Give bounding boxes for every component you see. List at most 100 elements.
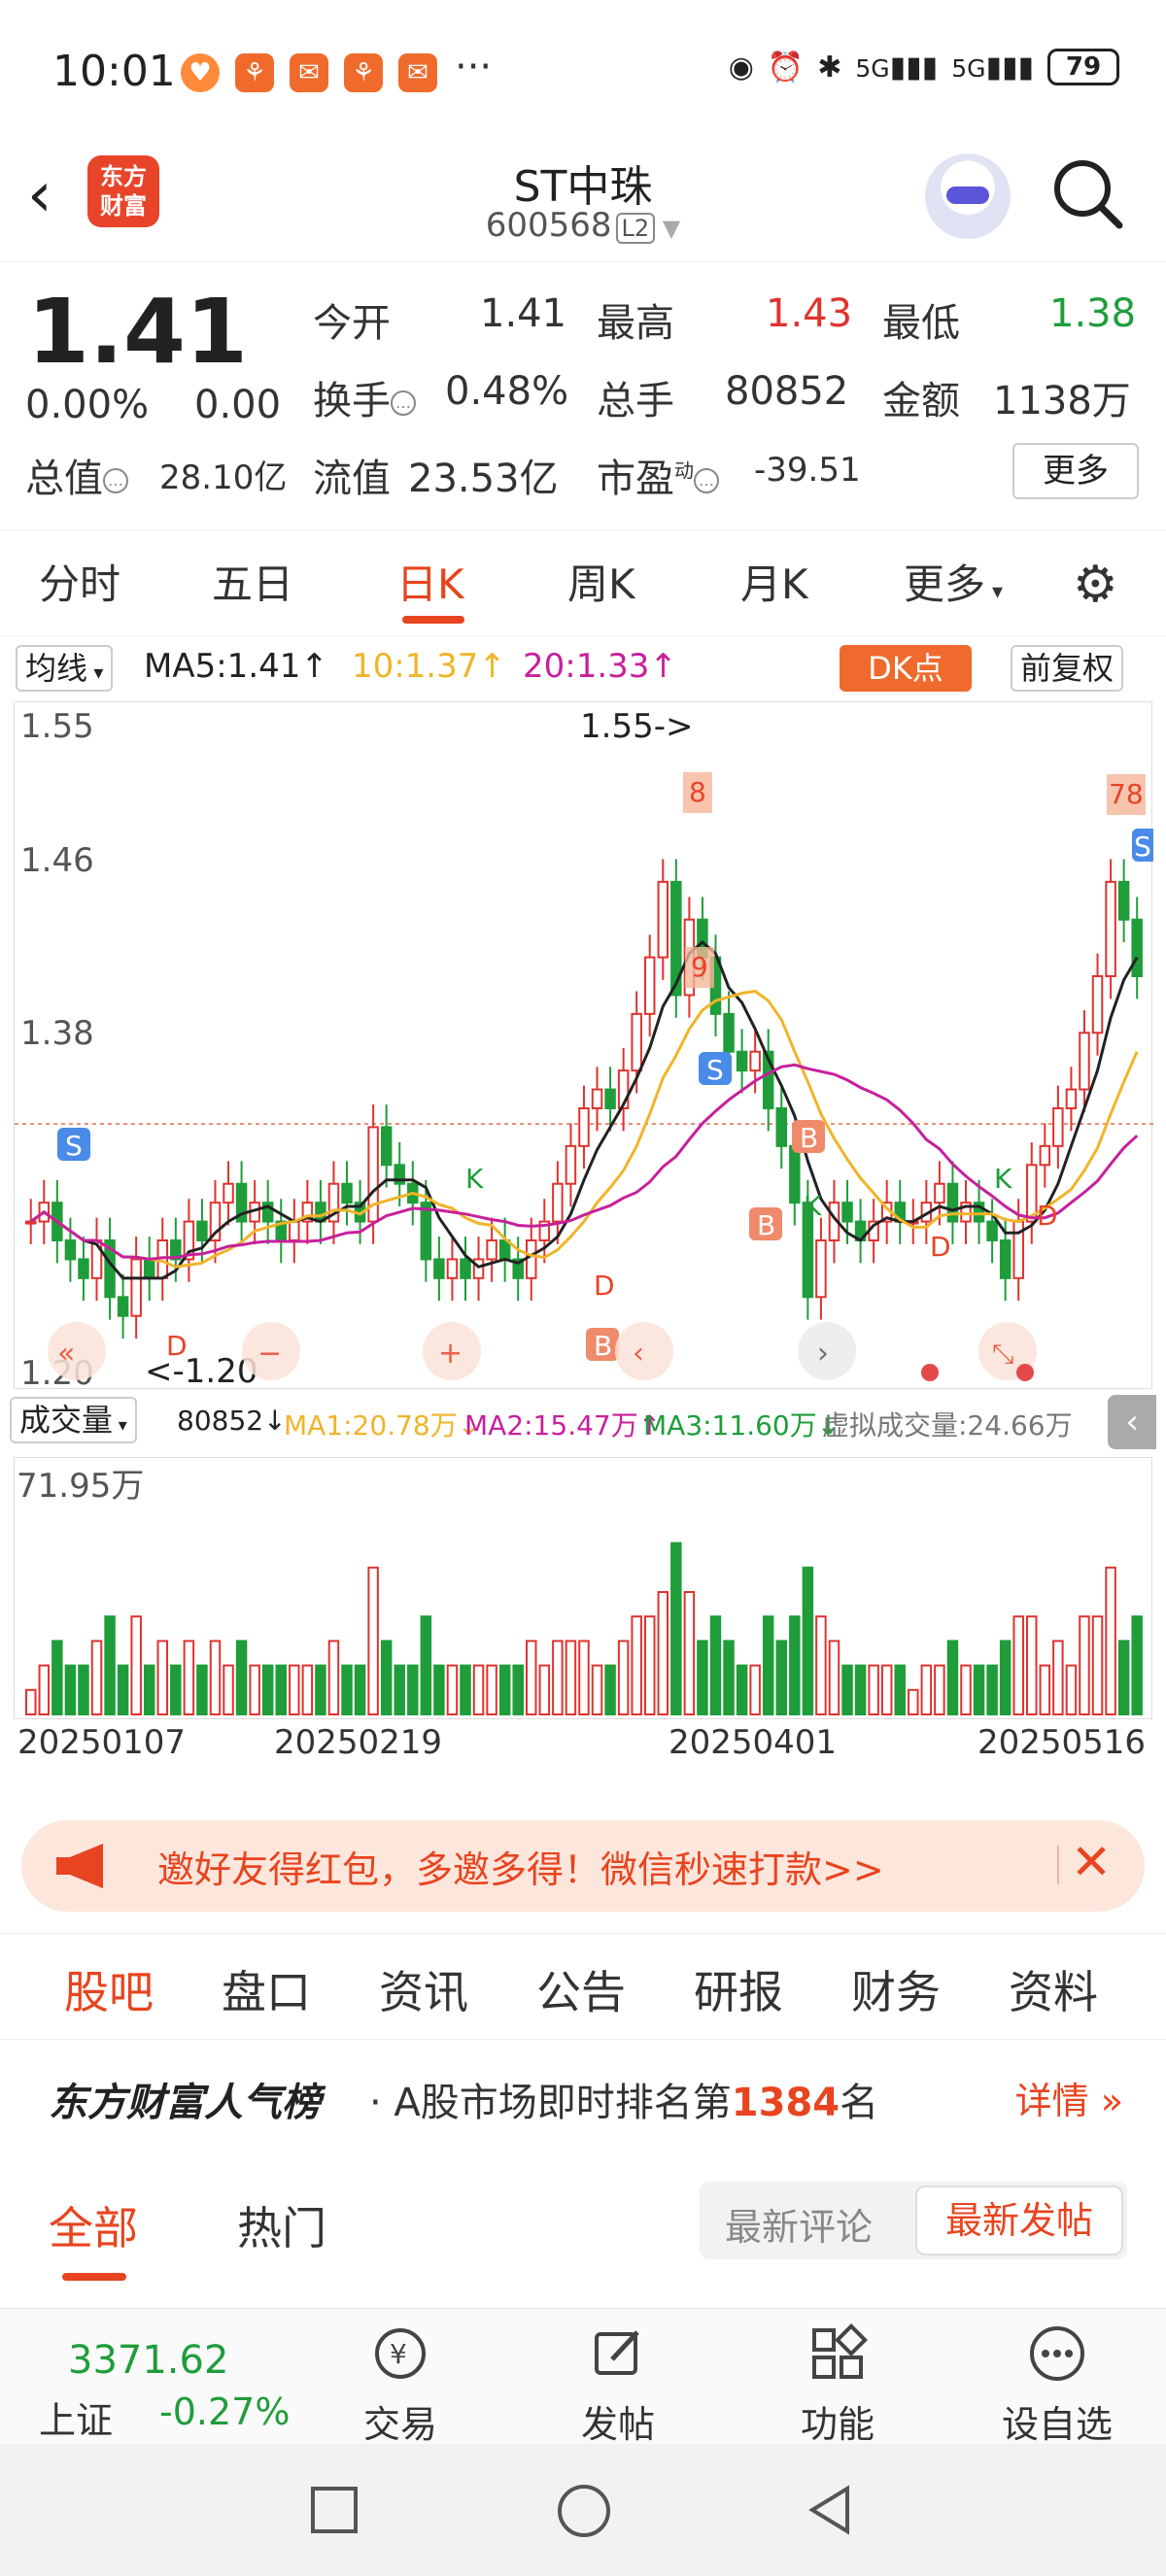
- back-nav-icon[interactable]: [803, 2483, 857, 2537]
- turnover-label: 换手…: [313, 369, 416, 425]
- volume-bar: [1026, 1615, 1038, 1715]
- volume-bar: [223, 1664, 234, 1716]
- volume-bar: [433, 1664, 445, 1716]
- volume-bar: [196, 1664, 208, 1716]
- candle: [341, 1182, 353, 1204]
- tab-guba[interactable]: 股吧: [64, 1957, 154, 2021]
- rank-detail-link[interactable]: 详情 »: [1015, 2071, 1123, 2124]
- volume-bar: [143, 1664, 155, 1716]
- svg-text:−: −: [257, 1337, 282, 1371]
- low-value: 1.38: [1049, 291, 1137, 336]
- volume-bar: [946, 1640, 959, 1715]
- candle: [775, 1107, 788, 1147]
- volume-bar: [460, 1664, 471, 1716]
- volume-bar: [538, 1664, 551, 1716]
- index-name[interactable]: 上证: [39, 2390, 113, 2444]
- candle: [934, 1182, 945, 1204]
- mktcap-value: 28.10亿: [159, 458, 288, 497]
- tab-profile[interactable]: 资料: [1009, 1957, 1098, 2021]
- volume-bar: [104, 1615, 116, 1715]
- assistant-robot-icon[interactable]: [925, 153, 1011, 239]
- svg-text:B: B: [800, 1122, 818, 1154]
- sort-latest-post[interactable]: 最新发帖: [915, 2186, 1123, 2255]
- tab-more[interactable]: 更多 ▾: [904, 552, 1003, 611]
- candle: [1117, 880, 1130, 921]
- volume-bar: [631, 1615, 642, 1715]
- volume-bar: [354, 1664, 366, 1716]
- volume-bar: [380, 1640, 393, 1715]
- tab-all[interactable]: 全部: [49, 2193, 138, 2257]
- tab-weekly-k[interactable]: 周K: [567, 552, 635, 611]
- x-tick-label: 20250219: [274, 1723, 443, 1762]
- search-icon[interactable]: [1049, 155, 1127, 233]
- tab-announcements[interactable]: 公告: [536, 1957, 626, 2021]
- candle: [631, 1012, 642, 1072]
- volume-bar: [289, 1664, 300, 1716]
- index-value[interactable]: 3371.62: [68, 2338, 228, 2383]
- more-button[interactable]: 更多: [1012, 443, 1139, 499]
- low-label: 最低: [882, 301, 960, 346]
- volume-bar: [1012, 1615, 1024, 1715]
- mktcap-label: 总值…: [25, 447, 128, 503]
- tab-research[interactable]: 研报: [694, 1957, 783, 2021]
- volume-bar: [683, 1591, 696, 1715]
- volume-value: 80852↓: [177, 1405, 287, 1437]
- volume-bar: [749, 1664, 761, 1716]
- ma20-value: 20:1.33↑: [523, 647, 677, 686]
- bluetooth-icon: ✱: [817, 50, 842, 85]
- d-marker: D: [930, 1231, 951, 1263]
- notification-icon: ✉: [398, 53, 437, 92]
- tab-underline: [62, 2273, 126, 2281]
- close-icon[interactable]: ✕: [1071, 1834, 1112, 1890]
- invite-banner[interactable]: 邀好友得红包，多邀多得！微信秒速打款>> ✕: [21, 1820, 1145, 1912]
- sort-toggle: 最新评论 最新发帖: [700, 2182, 1127, 2259]
- volume-axis-label: 71.95万: [17, 1467, 144, 1506]
- candle: [143, 1258, 155, 1279]
- tab-news[interactable]: 资讯: [379, 1957, 468, 2021]
- recents-icon[interactable]: [311, 2487, 358, 2533]
- candle: [723, 1012, 735, 1053]
- trade-button[interactable]: ¥ 交易: [332, 2322, 468, 2448]
- volume-bar: [854, 1664, 867, 1716]
- alarm-icon: ⏰: [767, 50, 805, 85]
- collapse-icon[interactable]: ‹: [1108, 1395, 1156, 1449]
- volume-bar: [578, 1640, 590, 1715]
- signal-icon: 5G▮▮▮: [951, 50, 1034, 85]
- volume-bar: [1065, 1664, 1078, 1716]
- divider: [1057, 1846, 1059, 1884]
- functions-button[interactable]: 功能: [770, 2322, 906, 2448]
- volume-bar: [394, 1664, 405, 1716]
- volume-bar: [934, 1664, 945, 1716]
- add-watchlist-button[interactable]: 设自选: [989, 2322, 1125, 2448]
- volume-selector[interactable]: 成交量 ▾: [10, 1397, 137, 1443]
- post-button[interactable]: 发帖: [550, 2322, 686, 2448]
- sort-latest-comment[interactable]: 最新评论: [725, 2197, 873, 2251]
- info-icon: …: [103, 468, 128, 493]
- volume-bar: [209, 1640, 222, 1715]
- kline-chart[interactable]: 1.55 1.46 1.38 1.20 1.55-> <-1.20 S S S …: [14, 701, 1153, 1390]
- gear-icon[interactable]: ⚙: [1073, 556, 1118, 614]
- volume-bar: [880, 1664, 893, 1716]
- dk-point-button[interactable]: DK点: [840, 645, 972, 692]
- tab-monthly-k[interactable]: 月K: [740, 552, 808, 611]
- svg-text:+: +: [438, 1337, 463, 1371]
- tab-pankou[interactable]: 盘口: [222, 1957, 311, 2021]
- tab-daily-k[interactable]: 日K: [396, 552, 464, 611]
- float-label: 流值: [313, 457, 391, 501]
- volume-bar: [498, 1664, 511, 1716]
- tab-intraday[interactable]: 分时: [39, 552, 120, 611]
- adjust-button[interactable]: 前复权: [1011, 645, 1124, 692]
- ma-selector[interactable]: 均线 ▾: [16, 645, 114, 692]
- pe-value: -39.51: [754, 451, 861, 490]
- volume-bar: [446, 1664, 459, 1716]
- candle: [1105, 880, 1116, 978]
- tab-hot[interactable]: 热门: [237, 2193, 326, 2257]
- tab-finance[interactable]: 财务: [851, 1957, 941, 2021]
- candle: [446, 1258, 459, 1279]
- y-tick-label: 1.46: [20, 841, 94, 880]
- volume-chart[interactable]: 71.95万: [14, 1457, 1152, 1719]
- k-marker: K: [465, 1163, 484, 1195]
- tab-five-day[interactable]: 五日: [212, 552, 293, 611]
- index-change[interactable]: -0.27%: [159, 2390, 290, 2433]
- home-icon[interactable]: [558, 2485, 610, 2537]
